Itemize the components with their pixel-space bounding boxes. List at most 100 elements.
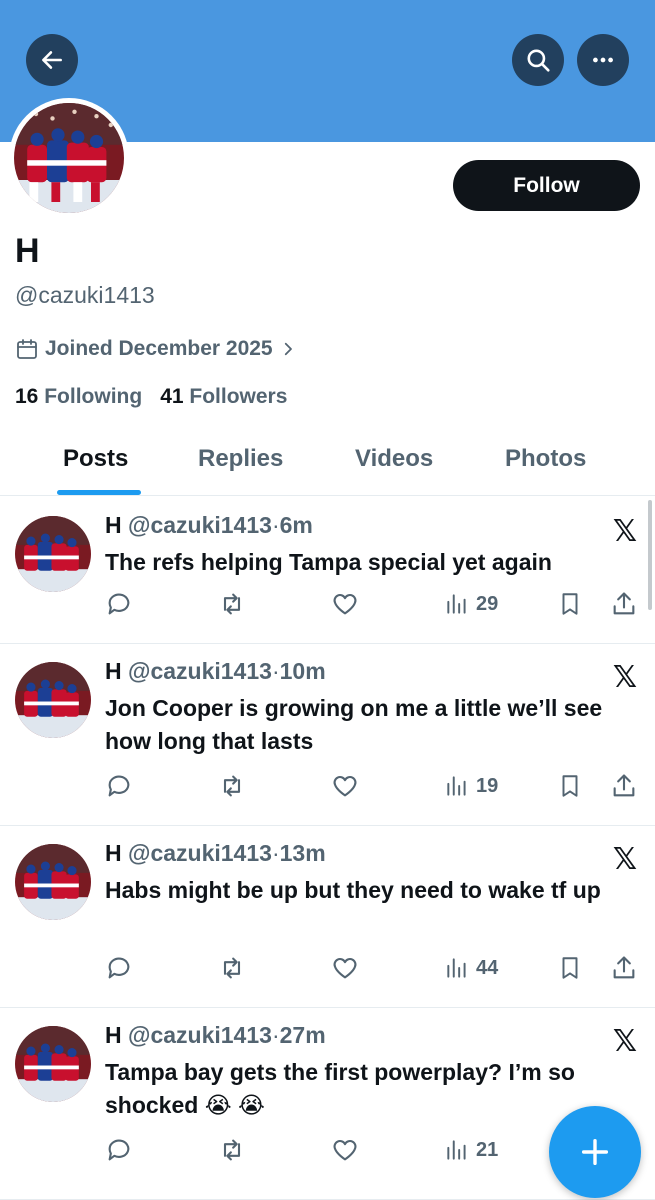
bookmark-icon — [562, 775, 578, 797]
views-count: 21 — [476, 1138, 499, 1161]
reply-button[interactable] — [105, 954, 133, 982]
share-button[interactable] — [610, 772, 638, 800]
bookmark-button[interactable] — [557, 772, 583, 800]
joined-label: Joined December 2025 — [45, 337, 273, 360]
plus-icon — [581, 1138, 609, 1166]
compose-button[interactable] — [549, 1106, 641, 1198]
x-logo-icon: 𝕏 — [612, 661, 637, 694]
x-logo-icon: 𝕏 — [612, 515, 637, 548]
bookmark-icon — [562, 593, 578, 615]
post-avatar[interactable] — [15, 516, 91, 592]
share-icon — [613, 774, 635, 797]
heart-icon — [333, 593, 357, 615]
views-button[interactable]: 29 — [444, 590, 498, 618]
post-time[interactable]: 13m — [280, 840, 326, 866]
profile-tabs: Posts Replies Videos Photos — [0, 430, 655, 496]
reply-icon — [108, 593, 130, 615]
follow-button[interactable]: Follow — [453, 160, 640, 211]
post-separator: · — [271, 658, 280, 684]
reply-button[interactable] — [105, 1136, 133, 1164]
reply-icon — [108, 775, 130, 797]
active-tab-indicator — [57, 490, 141, 495]
views-button[interactable]: 19 — [444, 772, 498, 800]
post-author-name[interactable]: H — [105, 840, 122, 866]
scrollbar[interactable] — [648, 500, 652, 610]
followers-link[interactable]: 41 Followers — [160, 385, 287, 409]
like-button[interactable] — [330, 1136, 360, 1164]
repost-button[interactable] — [217, 772, 247, 800]
views-button[interactable]: 44 — [444, 954, 498, 982]
reply-icon — [108, 1139, 130, 1161]
post-author-name[interactable]: H — [105, 1022, 122, 1048]
avatar-image — [15, 662, 91, 738]
search-button[interactable] — [512, 34, 564, 86]
post-header: H @cazuki1413·10m — [105, 658, 326, 685]
post-time[interactable]: 10m — [280, 658, 326, 684]
post-time[interactable]: 27m — [280, 1022, 326, 1048]
profile-handle: @cazuki1413 — [15, 282, 155, 308]
post-header: H @cazuki1413·6m — [105, 512, 313, 539]
avatar-image — [15, 844, 91, 920]
repost-button[interactable] — [217, 1136, 247, 1164]
share-button[interactable] — [610, 590, 638, 618]
post-author-handle[interactable]: @cazuki1413 — [128, 512, 272, 538]
profile-avatar[interactable] — [9, 98, 129, 218]
following-link[interactable]: 16 Following — [15, 385, 142, 409]
views-icon — [447, 594, 466, 614]
post-avatar[interactable] — [15, 844, 91, 920]
reply-button[interactable] — [105, 772, 133, 800]
following-label: Following — [44, 385, 143, 408]
views-icon — [447, 958, 466, 978]
post-item[interactable]: H @cazuki1413·13m 𝕏 Habs might be up but… — [0, 826, 655, 1008]
calendar-icon — [17, 339, 37, 359]
views-button[interactable]: 21 — [444, 1136, 498, 1164]
bookmark-button[interactable] — [557, 954, 583, 982]
more-button[interactable] — [577, 34, 629, 86]
post-header: H @cazuki1413·13m — [105, 840, 326, 867]
like-button[interactable] — [330, 772, 360, 800]
x-logo-icon: 𝕏 — [612, 843, 637, 876]
reply-button[interactable] — [105, 590, 133, 618]
more-icon — [593, 57, 613, 63]
repost-button[interactable] — [217, 590, 247, 618]
post-time[interactable]: 6m — [280, 512, 313, 538]
tab-posts[interactable]: Posts — [63, 445, 128, 473]
repost-icon — [223, 957, 241, 979]
post-text: Habs might be up but they need to wake t… — [105, 877, 601, 903]
post-author-name[interactable]: H — [105, 512, 122, 538]
repost-button[interactable] — [217, 954, 247, 982]
profile-name: H — [15, 232, 40, 270]
post-author-handle[interactable]: @cazuki1413 — [128, 1022, 272, 1048]
views-icon — [447, 1140, 466, 1160]
chevron-right-icon — [284, 342, 292, 356]
arrow-left-icon — [42, 51, 62, 69]
share-button[interactable] — [610, 954, 638, 982]
x-logo-icon: 𝕏 — [612, 1025, 637, 1058]
post-text: Tampa bay gets the first powerplay? I’m … — [105, 1059, 575, 1118]
back-button[interactable] — [26, 34, 78, 86]
post-item[interactable]: H @cazuki1413·6m 𝕏 The refs helping Tamp… — [0, 498, 655, 644]
post-author-handle[interactable]: @cazuki1413 — [128, 658, 272, 684]
joined-date[interactable]: Joined December 2025 — [15, 337, 297, 361]
bookmark-button[interactable] — [557, 590, 583, 618]
post-avatar[interactable] — [15, 1026, 91, 1102]
avatar-image — [14, 103, 124, 213]
avatar-image — [15, 516, 91, 592]
post-author-handle[interactable]: @cazuki1413 — [128, 840, 272, 866]
post-item[interactable]: H @cazuki1413·10m 𝕏 Jon Cooper is growin… — [0, 644, 655, 826]
post-separator: · — [271, 512, 280, 538]
tab-videos[interactable]: Videos — [355, 445, 433, 473]
post-actions: 44 — [105, 954, 640, 984]
tab-replies[interactable]: Replies — [198, 445, 283, 473]
share-icon — [613, 956, 635, 979]
post-author-name[interactable]: H — [105, 658, 122, 684]
like-button[interactable] — [330, 590, 360, 618]
bookmark-icon — [562, 957, 578, 979]
following-count: 16 — [15, 385, 39, 408]
like-button[interactable] — [330, 954, 360, 982]
post-avatar[interactable] — [15, 662, 91, 738]
post-separator: · — [271, 840, 280, 866]
post-actions: 19 — [105, 772, 640, 802]
tab-photos[interactable]: Photos — [505, 445, 586, 473]
follow-stats: 16 Following 41 Followers — [15, 385, 287, 409]
